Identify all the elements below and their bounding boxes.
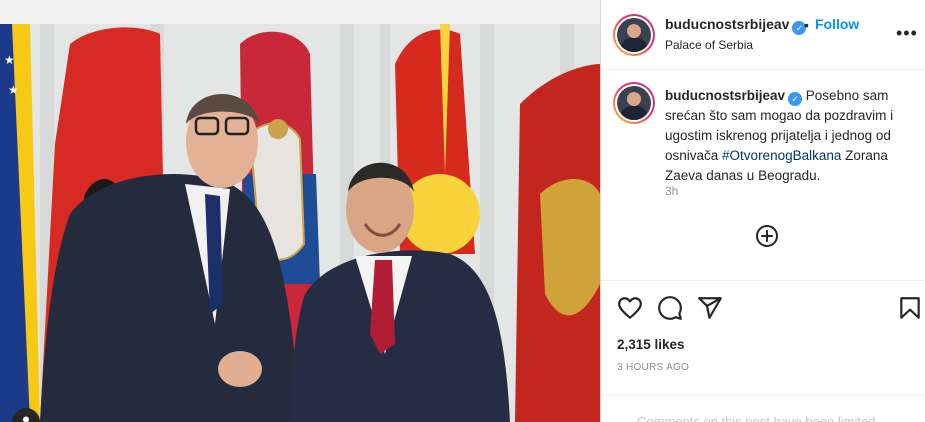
instagram-post-view: ★ ★ buducnostsrbijeav ✓ • Follow Palace … (0, 0, 925, 422)
post-header: buducnostsrbijeav ✓ • Follow Palace of Se… (601, 0, 925, 70)
avatar[interactable] (613, 14, 655, 56)
post-actions-section: 2,315 likes 3 HOURS AGO Comments on this… (601, 280, 925, 422)
post-side-panel: buducnostsrbijeav ✓ • Follow Palace of Se… (600, 0, 925, 422)
comments-limited-notice: Comments on this post have been limited. (637, 414, 880, 422)
post-photo[interactable]: ★ ★ (0, 24, 600, 422)
location-link[interactable]: Palace of Serbia (665, 38, 753, 52)
caption-timestamp[interactable]: 3h (665, 184, 678, 198)
comment-icon[interactable] (657, 295, 683, 321)
username-link[interactable]: buducnostsrbijeav ✓ (665, 16, 807, 35)
hashtag-link[interactable]: #OtvorenogBalkana (722, 148, 841, 163)
top-strip (0, 0, 600, 24)
likes-count[interactable]: 2,315 likes (617, 337, 685, 352)
comments-divider (601, 395, 925, 396)
add-circle-icon[interactable] (755, 224, 779, 248)
caption-verified-badge-icon: ✓ (788, 92, 803, 106)
more-options-icon[interactable]: ••• (896, 24, 918, 42)
post-caption: buducnostsrbijeav ✓ Posebno sam srećan št… (665, 86, 905, 186)
caption-avatar[interactable] (613, 82, 655, 124)
svg-text:★: ★ (8, 83, 19, 97)
bookmark-icon[interactable] (897, 295, 923, 321)
heart-icon[interactable] (617, 295, 643, 321)
follow-button[interactable]: Follow (815, 16, 859, 32)
post-time-ago[interactable]: 3 HOURS AGO (617, 362, 689, 373)
share-icon[interactable] (697, 295, 723, 321)
header-separator: • (804, 17, 809, 33)
svg-text:★: ★ (4, 53, 15, 67)
photo-illustration: ★ ★ (0, 24, 600, 422)
caption-username[interactable]: buducnostsrbijeav (665, 88, 785, 103)
username-text[interactable]: buducnostsrbijeav (665, 16, 789, 32)
